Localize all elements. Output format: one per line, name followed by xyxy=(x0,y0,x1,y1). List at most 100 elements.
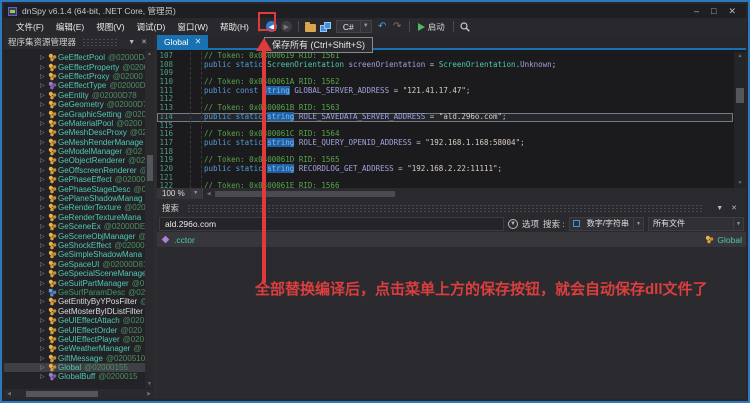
close-icon[interactable]: ✕ xyxy=(728,5,736,17)
expander-icon[interactable]: ▷ xyxy=(40,280,48,287)
editor-vertical-scrollbar[interactable]: ▲ ▼ xyxy=(734,52,746,188)
expander-icon[interactable]: ▷ xyxy=(40,336,48,343)
tree-item-GeShockEffect[interactable]: ▷GeShockEffect@02000 xyxy=(4,241,145,250)
tree-item-GeSpaceUI[interactable]: ▷GeSpaceUI@02000D81 xyxy=(4,260,145,269)
expander-icon[interactable]: ▷ xyxy=(40,364,48,371)
expander-icon[interactable]: ▷ xyxy=(40,167,48,174)
expander-icon[interactable]: ▷ xyxy=(40,129,48,136)
search-result-row[interactable]: .cctor Global xyxy=(157,232,746,247)
tree-item-GeGraphicSetting[interactable]: ▷GeGraphicSetting@020 xyxy=(4,109,145,118)
expander-icon[interactable]: ▷ xyxy=(40,120,48,127)
search-input[interactable] xyxy=(159,217,504,231)
tree-item-GetMosterByIDListFilter[interactable]: ▷GetMosterByIDListFilter xyxy=(4,307,145,316)
scrollbar-thumb[interactable] xyxy=(147,155,153,181)
save-all-button[interactable] xyxy=(318,20,333,34)
tree-item-GeEffectProperty[interactable]: ▷GeEffectProperty@0200 xyxy=(4,62,145,71)
forward-button[interactable]: ▶ xyxy=(279,20,294,34)
expander-icon[interactable]: ▷ xyxy=(40,308,48,315)
expander-icon[interactable]: ▷ xyxy=(40,223,48,230)
tree-item-GeMaterialPool[interactable]: ▷GeMaterialPool@0200 xyxy=(4,119,145,128)
expander-icon[interactable]: ▷ xyxy=(40,345,48,352)
expander-icon[interactable]: ▷ xyxy=(40,176,48,183)
scroll-down-icon[interactable]: ▼ xyxy=(734,179,746,188)
language-select[interactable]: C# ▼ xyxy=(336,20,372,33)
tab-global[interactable]: Global ✕ xyxy=(157,35,208,48)
expander-icon[interactable]: ▷ xyxy=(40,204,48,211)
expander-icon[interactable]: ▷ xyxy=(40,92,48,99)
code-area[interactable]: 107// Token: 0x04000619 RID: 1561108publ… xyxy=(157,52,733,188)
tree-item-GeMeshDescProxy[interactable]: ▷GeMeshDescProxy@02 xyxy=(4,128,145,137)
menu-item[interactable]: 窗口(W) xyxy=(171,19,214,35)
expander-icon[interactable]: ▷ xyxy=(40,148,48,155)
tree-item-GeMeshRenderManage[interactable]: ▷GeMeshRenderManage xyxy=(4,138,145,147)
tree-item-GeWeatherManager[interactable]: ▷GeWeatherManager@ xyxy=(4,344,145,353)
menu-item[interactable]: 编辑(E) xyxy=(50,19,90,35)
expander-icon[interactable]: ▷ xyxy=(40,327,48,334)
expander-icon[interactable]: ▷ xyxy=(40,242,48,249)
menu-item[interactable]: 视图(V) xyxy=(90,19,130,35)
menu-item[interactable]: 调试(D) xyxy=(131,19,172,35)
tree-item-GeEffectPool[interactable]: ▷GeEffectPool@02000D46 xyxy=(4,53,145,62)
menu-item[interactable]: 文件(F) xyxy=(10,19,50,35)
menu-item[interactable]: 帮助(H) xyxy=(214,19,255,35)
expander-icon[interactable]: ▷ xyxy=(40,289,48,296)
expander-icon[interactable]: ▷ xyxy=(40,101,48,108)
search-button[interactable] xyxy=(458,20,473,34)
sidebar-vertical-scrollbar[interactable]: ▲ ▼ xyxy=(145,50,154,388)
expander-icon[interactable]: ▷ xyxy=(40,195,48,202)
expander-icon[interactable]: ▷ xyxy=(40,373,48,380)
scroll-down-icon[interactable]: ▼ xyxy=(145,380,154,388)
tree-item-GeSimpleShadowMana[interactable]: ▷GeSimpleShadowMana xyxy=(4,250,145,259)
open-button[interactable] xyxy=(303,20,318,34)
tree-item-GePlaneShadowManag[interactable]: ▷GePlaneShadowManag xyxy=(4,194,145,203)
tree-item-GePhaseEffect[interactable]: ▷GePhaseEffect@02000 xyxy=(4,175,145,184)
expander-icon[interactable]: ▷ xyxy=(40,214,48,221)
expander-icon[interactable]: ▷ xyxy=(40,54,48,61)
expander-icon[interactable]: ▷ xyxy=(40,233,48,240)
expander-icon[interactable]: ▷ xyxy=(40,64,48,71)
expander-icon[interactable]: ▷ xyxy=(40,298,48,305)
expander-icon[interactable]: ▷ xyxy=(40,73,48,80)
scrollbar-thumb[interactable] xyxy=(736,88,744,103)
expander-icon[interactable]: ▷ xyxy=(40,261,48,268)
file-filter-select[interactable]: 所有文件 ▼ xyxy=(648,217,744,231)
tree-item-GeUIEffectPlayer[interactable]: ▷GeUIEffectPlayer@020 xyxy=(4,335,145,344)
scrollbar-thumb[interactable] xyxy=(26,391,98,397)
expander-icon[interactable]: ▷ xyxy=(40,139,48,146)
scroll-up-icon[interactable]: ▲ xyxy=(145,50,154,58)
scrollbar-thumb[interactable] xyxy=(215,191,395,197)
close-icon[interactable]: ✕ xyxy=(727,204,741,212)
expander-icon[interactable]: ▷ xyxy=(40,82,48,89)
tree-item-GePhaseStageDesc[interactable]: ▷GePhaseStageDesc@0 xyxy=(4,184,145,193)
sidebar-horizontal-scrollbar[interactable]: ◀ ▶ xyxy=(4,389,154,399)
expander-icon[interactable]: ▷ xyxy=(40,186,48,193)
tree-item-GeEntity[interactable]: ▷GeEntity@02000D78 xyxy=(4,91,145,100)
options-chevron-icon[interactable]: ▼ xyxy=(508,219,518,229)
scroll-left-icon[interactable]: ◀ xyxy=(203,191,215,197)
options-label[interactable]: 选项 xyxy=(522,218,539,230)
expander-icon[interactable]: ▷ xyxy=(40,111,48,118)
redo-button[interactable]: ↷ xyxy=(390,20,405,34)
start-button[interactable]: 启动 xyxy=(414,21,449,33)
tree-item-GeSurfParamDesc[interactable]: ▷GeSurfParamDesc@02 xyxy=(4,288,145,297)
expander-icon[interactable]: ▷ xyxy=(40,355,48,362)
tree-item-GeUIEffectOrder[interactable]: ▷GeUIEffectOrder@020 xyxy=(4,325,145,334)
expander-icon[interactable]: ▷ xyxy=(40,251,48,258)
maximize-icon[interactable]: □ xyxy=(711,5,716,17)
tree-item-GeSuitPartManager[interactable]: ▷GeSuitPartManager@0 xyxy=(4,278,145,287)
scroll-up-icon[interactable]: ▲ xyxy=(734,52,746,61)
tree-item-GeUIEffectAttach[interactable]: ▷GeUIEffectAttach@020 xyxy=(4,316,145,325)
minimize-icon[interactable]: – xyxy=(694,5,699,17)
expander-icon[interactable]: ▷ xyxy=(40,157,48,164)
tree-item-GeModelManager[interactable]: ▷GeModelManager@02 xyxy=(4,147,145,156)
scroll-right-icon[interactable]: ▶ xyxy=(144,389,154,399)
tree-item-GeRenderTexture[interactable]: ▷GeRenderTexture@020 xyxy=(4,203,145,212)
tree-item-GlobalBuff[interactable]: ▷GlobalBuff@0200015 xyxy=(4,372,145,381)
tree-item-GeEffectProxy[interactable]: ▷GeEffectProxy@02000 xyxy=(4,72,145,81)
tree-item-GeSceneEx[interactable]: ▷GeSceneEx@02000DEC xyxy=(4,222,145,231)
tree-item-Global[interactable]: ▷Global@02000155 xyxy=(4,363,145,372)
tree-item-GeObjectRenderer[interactable]: ▷GeObjectRenderer@02 xyxy=(4,156,145,165)
scroll-left-icon[interactable]: ◀ xyxy=(4,389,14,399)
tree-item-GiftMessage[interactable]: ▷GiftMessage@0200510 xyxy=(4,354,145,363)
tree-item-GeGeometry[interactable]: ▷GeGeometry@02000D7 xyxy=(4,100,145,109)
